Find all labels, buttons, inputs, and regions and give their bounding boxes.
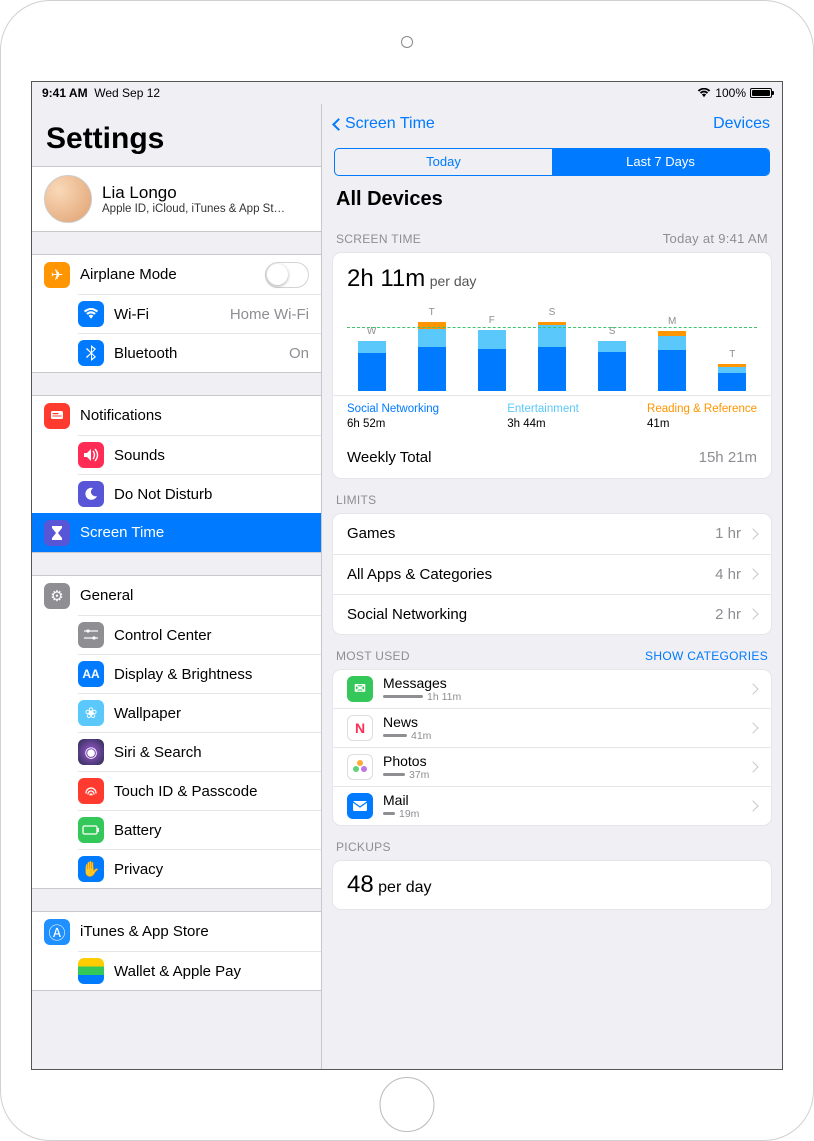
- chevron-right-icon: [747, 722, 758, 733]
- most-used-mail[interactable]: Mail19m: [333, 786, 771, 825]
- timestamp: Today at 9:41 AM: [663, 231, 768, 246]
- sidebar-item-screentime[interactable]: Screen Time: [32, 513, 321, 552]
- most-used-label: MOST USED: [336, 649, 410, 663]
- news-icon: N: [347, 715, 373, 741]
- wallet-icon: [78, 958, 104, 984]
- average-line: [347, 327, 757, 328]
- chevron-right-icon: [747, 683, 758, 694]
- battery-settings-icon: [78, 817, 104, 843]
- sidebar-item-wallet[interactable]: Wallet & Apple Pay: [78, 951, 321, 990]
- limits-label: LIMITS: [336, 493, 376, 507]
- limit-games[interactable]: Games1 hr: [333, 514, 771, 554]
- sidebar-item-control-center[interactable]: Control Center: [78, 615, 321, 654]
- sidebar-item-display[interactable]: AA Display & Brightness: [78, 654, 321, 693]
- hand-icon: ✋: [78, 856, 104, 882]
- chevron-right-icon: [747, 800, 758, 811]
- sidebar-item-touchid[interactable]: Touch ID & Passcode: [78, 771, 321, 810]
- tab-last7days[interactable]: Last 7 Days: [552, 149, 769, 175]
- devices-button[interactable]: Devices: [713, 115, 770, 133]
- status-bar: 9:41 AM Wed Sep 12 100%: [32, 82, 782, 104]
- page-title: All Devices: [322, 184, 782, 217]
- most-used-messages[interactable]: ✉ Messages1h 11m: [333, 670, 771, 708]
- sidebar-item-sounds[interactable]: Sounds: [78, 435, 321, 474]
- gear-icon: ⚙: [44, 583, 70, 609]
- tab-today[interactable]: Today: [335, 149, 552, 175]
- battery-icon: [750, 88, 772, 98]
- hourglass-icon: [44, 520, 70, 546]
- chevron-right-icon: [747, 761, 758, 772]
- limit-social[interactable]: Social Networking2 hr: [333, 594, 771, 634]
- settings-sidebar[interactable]: Settings Lia Longo Apple ID, iCloud, iTu…: [32, 104, 322, 1069]
- back-button[interactable]: Screen Time: [334, 115, 435, 133]
- fingerprint-icon: [78, 778, 104, 804]
- wifi-icon: [697, 88, 711, 98]
- sidebar-item-itunes[interactable]: Ⓐ iTunes & App Store: [32, 912, 321, 951]
- status-date: Wed Sep 12: [94, 86, 160, 100]
- wifi-settings-icon: [78, 301, 104, 327]
- moon-icon: [78, 481, 104, 507]
- messages-icon: ✉: [347, 676, 373, 702]
- sidebar-item-airplane[interactable]: ✈ Airplane Mode: [32, 255, 321, 294]
- display-icon: AA: [78, 661, 104, 687]
- show-categories-button[interactable]: SHOW CATEGORIES: [645, 649, 768, 663]
- sidebar-item-battery[interactable]: Battery: [78, 810, 321, 849]
- home-button[interactable]: [380, 1077, 435, 1132]
- screen-time-label: SCREEN TIME: [336, 232, 421, 246]
- chevron-left-icon: [332, 118, 345, 131]
- pickups-value: 48: [347, 871, 374, 898]
- avatar: [44, 175, 92, 223]
- screen-time-chart: WTFSSMT: [347, 301, 757, 391]
- airplane-toggle[interactable]: [265, 262, 309, 288]
- weekly-total-value: 15h 21m: [699, 449, 757, 466]
- siri-icon: ◉: [78, 739, 104, 765]
- profile-name: Lia Longo: [102, 183, 285, 203]
- weekly-total-label: Weekly Total: [347, 449, 699, 466]
- detail-pane[interactable]: Screen Time Devices Today Last 7 Days Al…: [322, 104, 782, 1069]
- avg-unit: per day: [430, 273, 477, 289]
- notifications-icon: [44, 403, 70, 429]
- chevron-right-icon: [747, 528, 758, 539]
- most-used-photos[interactable]: Photos37m: [333, 747, 771, 786]
- sidebar-item-bluetooth[interactable]: Bluetooth On: [78, 333, 321, 372]
- pickups-unit: per day: [378, 879, 431, 896]
- sidebar-item-wallpaper[interactable]: ❀ Wallpaper: [78, 693, 321, 732]
- screen-time-card: 2h 11m per day WTFSSMT Social Networking…: [332, 252, 772, 479]
- chevron-right-icon: [747, 609, 758, 620]
- status-battery-pct: 100%: [715, 86, 746, 100]
- photos-icon: [347, 754, 373, 780]
- airplane-icon: ✈: [44, 262, 70, 288]
- avg-value: 2h 11m: [347, 265, 425, 292]
- settings-title: Settings: [32, 104, 321, 166]
- limit-all-apps[interactable]: All Apps & Categories4 hr: [333, 554, 771, 594]
- segmented-control[interactable]: Today Last 7 Days: [334, 148, 770, 176]
- chevron-right-icon: [747, 569, 758, 580]
- flower-icon: ❀: [78, 700, 104, 726]
- sidebar-item-dnd[interactable]: Do Not Disturb: [78, 474, 321, 513]
- pickups-label: PICKUPS: [336, 840, 391, 854]
- profile-row[interactable]: Lia Longo Apple ID, iCloud, iTunes & App…: [32, 166, 321, 232]
- sidebar-item-notifications[interactable]: Notifications: [32, 396, 321, 435]
- sliders-icon: [78, 622, 104, 648]
- sidebar-item-general[interactable]: ⚙ General: [32, 576, 321, 615]
- bluetooth-icon: [78, 340, 104, 366]
- profile-sub: Apple ID, iCloud, iTunes & App St…: [102, 203, 285, 215]
- sidebar-item-privacy[interactable]: ✋ Privacy: [78, 849, 321, 888]
- mail-icon: [347, 793, 373, 819]
- sounds-icon: [78, 442, 104, 468]
- most-used-news[interactable]: N News41m: [333, 708, 771, 747]
- status-time: 9:41 AM: [42, 86, 88, 100]
- sidebar-item-siri[interactable]: ◉ Siri & Search: [78, 732, 321, 771]
- sidebar-item-wifi[interactable]: Wi-Fi Home Wi-Fi: [78, 294, 321, 333]
- appstore-icon: Ⓐ: [44, 919, 70, 945]
